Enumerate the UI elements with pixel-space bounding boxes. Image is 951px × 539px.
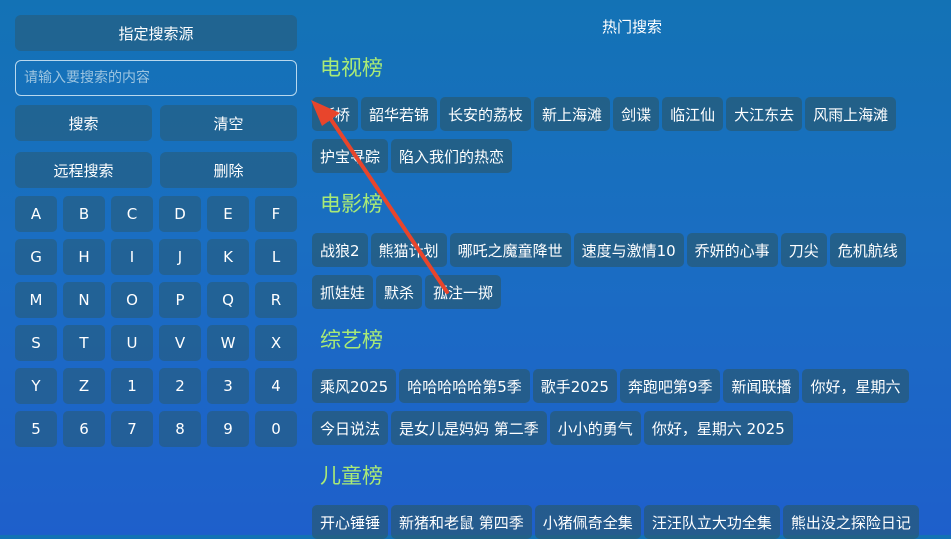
key-q[interactable]: Q (207, 282, 249, 318)
hot-tag[interactable]: 熊出没之探险日记 (782, 505, 919, 539)
hot-tag[interactable]: 风雨上海滩 (805, 97, 897, 131)
remote-search-button[interactable]: 远程搜索 (15, 152, 152, 188)
key-y[interactable]: Y (15, 368, 57, 404)
tag-row: 抓娃娃 默杀 孤注一掷 (312, 275, 502, 309)
key-i[interactable]: I (111, 239, 153, 275)
tag-row: 护宝寻踪 陷入我们的热恋 (312, 139, 513, 173)
search-input[interactable] (15, 60, 297, 96)
hot-tag[interactable]: 断桥 (312, 97, 359, 131)
hot-tag[interactable]: 小小的勇气 (549, 411, 641, 445)
key-0[interactable]: 0 (255, 411, 297, 447)
specify-source-button[interactable]: 指定搜索源 (15, 15, 297, 51)
tag-row: 乘风2025 哈哈哈哈哈第5季 歌手2025 奔跑吧第9季 新闻联播 你好，星期六 (312, 369, 909, 403)
key-z[interactable]: Z (63, 368, 105, 404)
key-k[interactable]: K (207, 239, 249, 275)
tag-row: 开心锤锤 新猪和老鼠 第四季 小猪佩奇全集 汪汪队立大功全集 熊出没之探险日记 (312, 505, 919, 539)
key-8[interactable]: 8 (159, 411, 201, 447)
hot-tag[interactable]: 大江东去 (726, 97, 803, 131)
hot-tag[interactable]: 乘风2025 (312, 369, 397, 403)
hot-tag[interactable]: 长安的荔枝 (440, 97, 532, 131)
key-n[interactable]: N (63, 282, 105, 318)
hot-tag[interactable]: 熊猫计划 (370, 233, 447, 267)
key-m[interactable]: M (15, 282, 57, 318)
key-d[interactable]: D (159, 196, 201, 232)
key-4[interactable]: 4 (255, 368, 297, 404)
hot-tag[interactable]: 刀尖 (780, 233, 827, 267)
key-r[interactable]: R (255, 282, 297, 318)
hot-tag[interactable]: 新上海滩 (534, 97, 611, 131)
hot-tag[interactable]: 速度与激情10 (573, 233, 684, 267)
key-c[interactable]: C (111, 196, 153, 232)
key-v[interactable]: V (159, 325, 201, 361)
key-b[interactable]: B (63, 196, 105, 232)
key-6[interactable]: 6 (63, 411, 105, 447)
hot-tag[interactable]: 孤注一掷 (425, 275, 502, 309)
key-x[interactable]: X (255, 325, 297, 361)
key-w[interactable]: W (207, 325, 249, 361)
key-2[interactable]: 2 (159, 368, 201, 404)
hot-tag[interactable]: 汪汪队立大功全集 (643, 505, 780, 539)
hot-tag[interactable]: 歌手2025 (532, 369, 617, 403)
tag-row: 断桥 韶华若锦 长安的荔枝 新上海滩 剑谍 临江仙 大江东去 风雨上海滩 (312, 97, 897, 131)
hot-tag[interactable]: 危机航线 (829, 233, 906, 267)
key-e[interactable]: E (207, 196, 249, 232)
tag-row: 今日说法 是女儿是妈妈 第二季 小小的勇气 你好，星期六 2025 (312, 411, 793, 445)
hot-tag[interactable]: 今日说法 (312, 411, 389, 445)
hot-tag[interactable]: 陷入我们的热恋 (391, 139, 513, 173)
hot-tag[interactable]: 战狼2 (312, 233, 368, 267)
hot-search-title: 热门搜索 (601, 18, 662, 36)
section-title: 电影榜 (320, 192, 383, 216)
hot-tag[interactable]: 韶华若锦 (361, 97, 438, 131)
key-3[interactable]: 3 (207, 368, 249, 404)
key-t[interactable]: T (63, 325, 105, 361)
tag-row: 战狼2 熊猫计划 哪吒之魔童降世 速度与激情10 乔妍的心事 刀尖 危机航线 (312, 233, 906, 267)
key-p[interactable]: P (159, 282, 201, 318)
key-o[interactable]: O (111, 282, 153, 318)
hot-tag[interactable]: 默杀 (376, 275, 423, 309)
hot-tag[interactable]: 哈哈哈哈哈第5季 (399, 369, 530, 403)
key-5[interactable]: 5 (15, 411, 57, 447)
hot-tag[interactable]: 你好，星期六 2025 (643, 411, 793, 445)
hot-tag[interactable]: 奔跑吧第9季 (619, 369, 721, 403)
hot-tag[interactable]: 小猪佩奇全集 (534, 505, 641, 539)
hot-tag[interactable]: 新猪和老鼠 第四季 (391, 505, 532, 539)
hot-tag[interactable]: 新闻联播 (723, 369, 800, 403)
hot-tag[interactable]: 乔妍的心事 (686, 233, 778, 267)
key-l[interactable]: L (255, 239, 297, 275)
hot-tag[interactable]: 抓娃娃 (312, 275, 374, 309)
section-title: 综艺榜 (320, 328, 383, 352)
delete-button[interactable]: 删除 (160, 152, 297, 188)
key-7[interactable]: 7 (111, 411, 153, 447)
key-9[interactable]: 9 (207, 411, 249, 447)
hot-tag[interactable]: 开心锤锤 (312, 505, 389, 539)
key-f[interactable]: F (255, 196, 297, 232)
hot-tag[interactable]: 是女儿是妈妈 第二季 (391, 411, 547, 445)
key-j[interactable]: J (159, 239, 201, 275)
hot-tag[interactable]: 哪吒之魔童降世 (449, 233, 571, 267)
hot-tag[interactable]: 临江仙 (662, 97, 724, 131)
clear-button[interactable]: 清空 (160, 105, 297, 141)
key-s[interactable]: S (15, 325, 57, 361)
hot-tag[interactable]: 护宝寻踪 (312, 139, 389, 173)
hot-tag[interactable]: 剑谍 (613, 97, 660, 131)
key-1[interactable]: 1 (111, 368, 153, 404)
key-g[interactable]: G (15, 239, 57, 275)
hot-tag[interactable]: 你好，星期六 (802, 369, 909, 403)
section-title: 儿童榜 (320, 464, 383, 488)
key-a[interactable]: A (15, 196, 57, 232)
key-u[interactable]: U (111, 325, 153, 361)
section-title: 电视榜 (320, 56, 383, 80)
key-h[interactable]: H (63, 239, 105, 275)
search-button[interactable]: 搜索 (15, 105, 152, 141)
